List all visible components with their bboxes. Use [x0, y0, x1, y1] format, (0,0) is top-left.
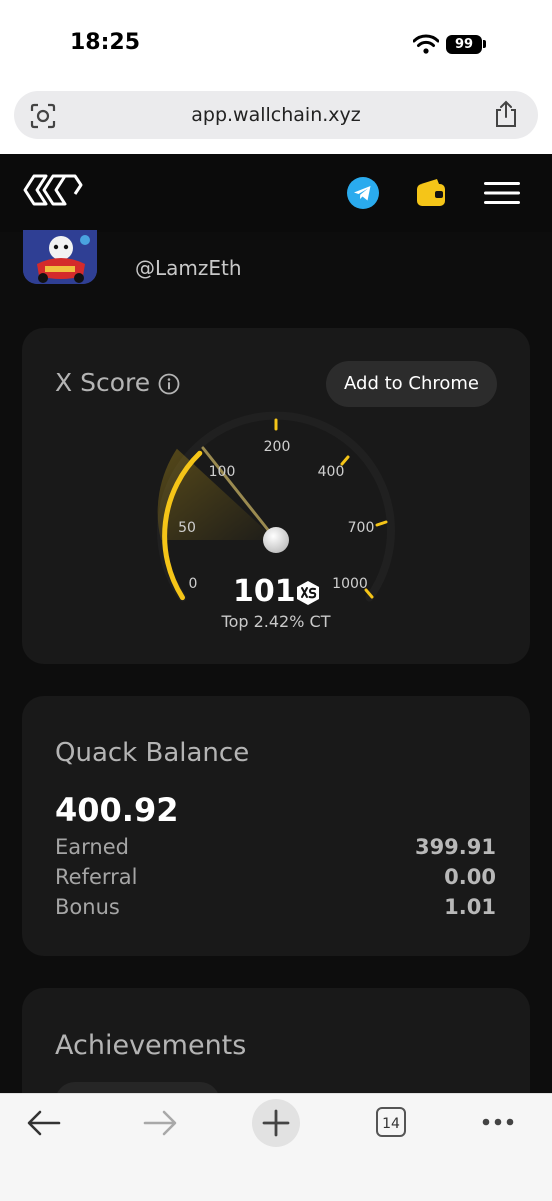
earned-value: 399.91 [414, 835, 496, 859]
gauge-label-1000: 1000 [332, 576, 368, 592]
quack-balance-title: Quack Balance [55, 738, 250, 768]
gauge-label-100: 100 [209, 464, 236, 480]
add-to-chrome-button[interactable]: Add to Chrome [326, 361, 497, 407]
forward-arrow-icon[interactable] [143, 1110, 177, 1136]
telegram-icon[interactable] [347, 177, 379, 209]
share-icon[interactable] [494, 100, 518, 128]
back-arrow-icon[interactable] [27, 1110, 61, 1136]
gauge-label-200: 200 [264, 439, 291, 455]
gauge-label-700: 700 [348, 520, 375, 536]
gauge-label-0: 0 [189, 576, 198, 592]
bonus-value: 1.01 [444, 895, 496, 919]
gauge-tick-400 [340, 455, 350, 466]
bonus-label: Bonus [55, 895, 120, 919]
more-options-icon[interactable] [481, 1117, 515, 1127]
gauge-label-400: 400 [318, 464, 345, 480]
info-icon[interactable] [158, 373, 180, 395]
profile-handle: @LamzEth [135, 256, 242, 280]
gauge-fill-wedge [157, 448, 276, 540]
xs-badge-icon [297, 581, 319, 605]
avatar[interactable] [23, 230, 97, 284]
earned-label: Earned [55, 835, 129, 859]
wallet-icon[interactable] [415, 178, 447, 208]
page-scan-icon[interactable] [30, 103, 56, 129]
url-text[interactable]: app.wallchain.xyz [0, 91, 552, 139]
x-score-title: X Score [55, 368, 151, 397]
tab-switcher-button[interactable]: 14 [376, 1107, 406, 1137]
gauge-tick-700 [375, 520, 388, 527]
battery-nub [483, 40, 486, 48]
x-score-rank: Top 2.42% CT [221, 612, 331, 631]
x-score-value: 101 [233, 574, 296, 609]
quack-balance-total: 400.92 [55, 791, 179, 829]
gauge-knob [263, 527, 289, 553]
wifi-icon [413, 34, 439, 54]
gauge-label-50: 50 [178, 520, 196, 536]
battery-indicator: 99 [446, 35, 482, 54]
achievements-title: Achievements [55, 1030, 247, 1061]
referral-label: Referral [55, 865, 138, 889]
referral-value: 0.00 [444, 865, 496, 889]
hamburger-menu-icon[interactable] [484, 181, 520, 205]
status-time: 18:25 [70, 30, 141, 55]
new-tab-plus-icon[interactable] [251, 1098, 301, 1148]
wallchain-logo-icon[interactable] [22, 172, 84, 208]
